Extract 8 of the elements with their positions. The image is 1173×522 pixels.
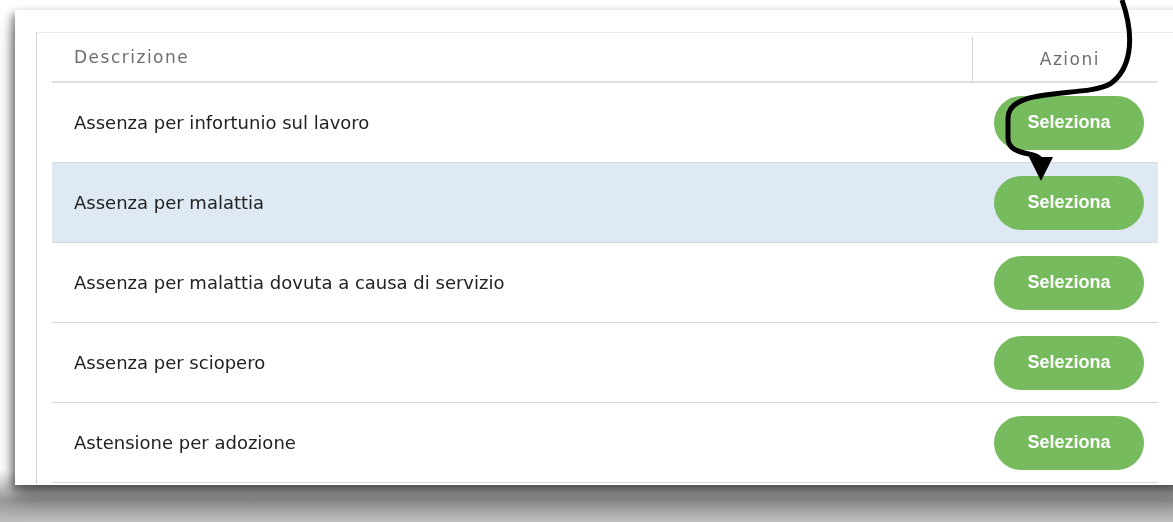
- description-text: Assenza per malattia dovuta a causa di servizio: [74, 272, 506, 293]
- description-text: Assenza per infortunio sul lavoro: [74, 112, 371, 133]
- column-header: Azioni: [972, 37, 1158, 81]
- column-header: Descrizione: [73, 46, 191, 69]
- description-text: Assenza per sciopero: [74, 352, 267, 373]
- table-row[interactable]: Assenza per malattia Seleziona: [52, 163, 1158, 243]
- description-text: Astensione per adozione: [74, 432, 297, 453]
- description-text: Assenza per malattia: [74, 192, 266, 213]
